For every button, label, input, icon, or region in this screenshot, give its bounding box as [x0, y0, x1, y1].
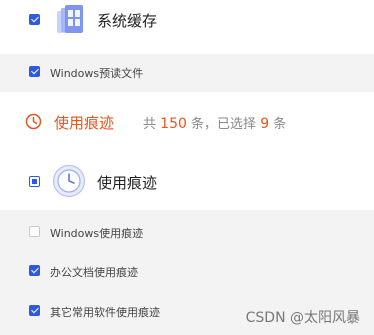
windows-cache-icon: [52, 3, 88, 39]
summary-title: 使用痕迹: [54, 114, 115, 132]
windows-traces-checkbox[interactable]: [29, 226, 40, 237]
cache-section-title: 系统缓存: [97, 12, 158, 30]
other-software-traces-checkbox[interactable]: [29, 305, 40, 316]
office-docs-traces-label: 办公文档使用痕迹: [50, 266, 138, 279]
windows-traces-label: Windows使用痕迹: [50, 227, 144, 240]
other-software-traces-label: 其它常用软件使用痕迹: [50, 306, 160, 319]
cache-section-checkbox[interactable]: [29, 14, 40, 25]
clock-badge-icon: [52, 164, 86, 198]
office-docs-traces-checkbox[interactable]: [29, 265, 40, 276]
summary-mid: 条，已选择: [191, 117, 257, 132]
watermark: CSDN @太阳风暴: [245, 310, 360, 326]
traces-section-title: 使用痕迹: [97, 174, 158, 192]
windows-prefetch-label: Windows预读文件: [50, 67, 144, 80]
summary-total: 150: [160, 116, 187, 132]
summary-suffix: 条: [273, 117, 287, 132]
clock-icon: [25, 113, 42, 130]
traces-section-checkbox[interactable]: [29, 176, 40, 187]
summary-stats: 共 150 条，已选择 9 条: [143, 113, 286, 132]
windows-prefetch-checkbox[interactable]: [29, 66, 40, 77]
summary-selected: 9: [260, 116, 270, 132]
summary-prefix: 共: [143, 117, 157, 132]
